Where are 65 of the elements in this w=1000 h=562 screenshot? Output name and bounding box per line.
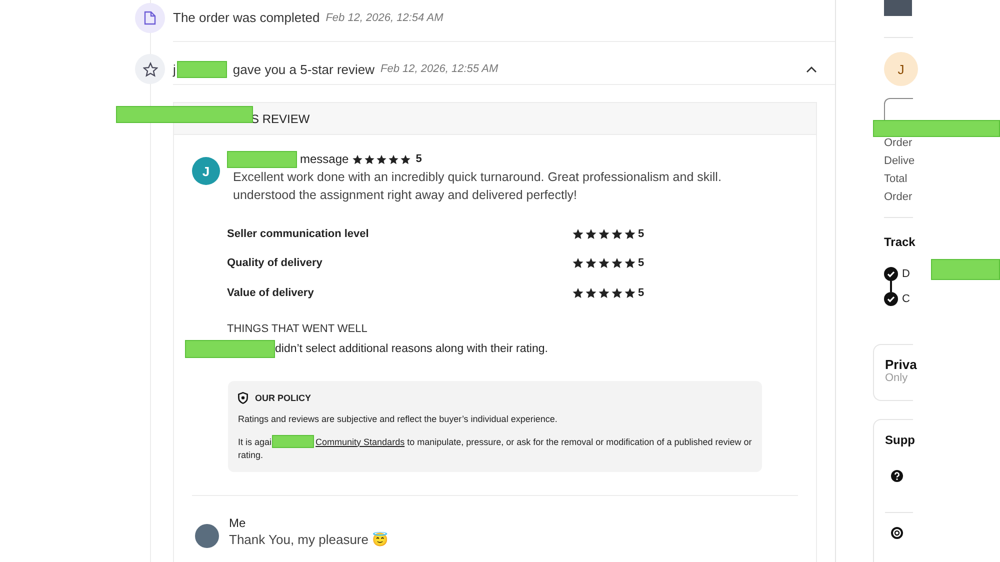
event-text: gave you a 5-star review bbox=[232, 62, 375, 76]
rating-score: 5 bbox=[638, 286, 644, 299]
lifebuoy-icon bbox=[891, 527, 903, 539]
reply-author: Me bbox=[229, 516, 247, 530]
step-label: C bbox=[902, 293, 910, 305]
policy-title: OUR POLICY bbox=[255, 392, 312, 402]
star-icon bbox=[585, 257, 597, 270]
star-icon bbox=[572, 257, 584, 270]
detail-label: Total bbox=[884, 173, 908, 185]
rating-label: Value of delivery bbox=[227, 286, 315, 299]
event-time: Feb 12, 2026, 12:54 AM bbox=[326, 12, 444, 24]
redaction-block bbox=[176, 60, 227, 78]
star-icon bbox=[598, 286, 610, 299]
photo-placeholder bbox=[884, 0, 912, 16]
star-icon bbox=[611, 257, 623, 270]
review-text: Excellent work done with an incredibly quick turnaround. Great professionalism and skill. understood the assignment right away and delivered perfectly! bbox=[233, 169, 722, 204]
rating-label: Seller communication level bbox=[227, 228, 370, 240]
detail-label: Order bbox=[884, 191, 913, 203]
rating-score: 5 bbox=[416, 153, 422, 165]
photo-placeholder bbox=[195, 524, 219, 548]
star-icon bbox=[624, 228, 636, 240]
author-label: message bbox=[300, 152, 349, 166]
chevron-up-icon[interactable] bbox=[806, 66, 817, 72]
star-icon bbox=[585, 228, 597, 240]
rating-score: 5 bbox=[638, 257, 644, 270]
card-text: Only bbox=[885, 372, 909, 384]
redaction-block bbox=[931, 259, 1000, 280]
star-icon bbox=[376, 154, 387, 164]
shield-icon bbox=[238, 392, 248, 404]
star-icon bbox=[598, 257, 610, 270]
reply-text: Thank You, my pleasure 😇 bbox=[229, 532, 388, 546]
card-title: Supp bbox=[885, 433, 913, 447]
star-icon bbox=[572, 228, 584, 240]
rating-label: Quality of delivery bbox=[227, 257, 324, 270]
star-icon bbox=[572, 286, 584, 299]
card-title: Track bbox=[884, 235, 913, 249]
star-icon bbox=[364, 154, 375, 164]
star-icon bbox=[598, 228, 610, 240]
policy-text: It is agai Community Standards to manipulate, pressure, or ask for the removal or modification of a published review or rating. bbox=[238, 434, 752, 462]
star-icon bbox=[611, 228, 623, 240]
document-icon bbox=[144, 11, 156, 25]
redaction-block bbox=[272, 434, 314, 448]
section-heading: THINGS THAT WENT WELL bbox=[227, 322, 368, 334]
star-icon bbox=[400, 154, 411, 164]
star-icon bbox=[352, 154, 363, 164]
avatar: J bbox=[192, 157, 220, 185]
star-icon bbox=[611, 286, 623, 299]
rating-score: 5 bbox=[638, 228, 644, 240]
community-standards-link[interactable]: Community Standards bbox=[316, 436, 405, 446]
help-icon bbox=[891, 470, 903, 482]
reviewer-initial: j bbox=[173, 62, 176, 76]
star-icon bbox=[388, 154, 399, 164]
detail-label: Delive bbox=[884, 155, 913, 167]
event-time: Feb 12, 2026, 12:55 AM bbox=[380, 63, 498, 75]
event-text: The order was completed bbox=[173, 10, 320, 25]
step-label: D bbox=[902, 268, 910, 280]
star-icon bbox=[624, 257, 636, 270]
star-icon bbox=[624, 286, 636, 299]
star-outline-icon bbox=[142, 62, 158, 76]
policy-text: Ratings and reviews are subjective and reflect the buyer’s individual experience. bbox=[238, 412, 558, 426]
avatar: J bbox=[884, 52, 918, 86]
things-text: didn’t select additional reasons along with their rating. bbox=[275, 342, 548, 354]
star-icon bbox=[585, 286, 597, 299]
detail-label: Order bbox=[884, 137, 913, 149]
redaction-block bbox=[227, 150, 297, 168]
